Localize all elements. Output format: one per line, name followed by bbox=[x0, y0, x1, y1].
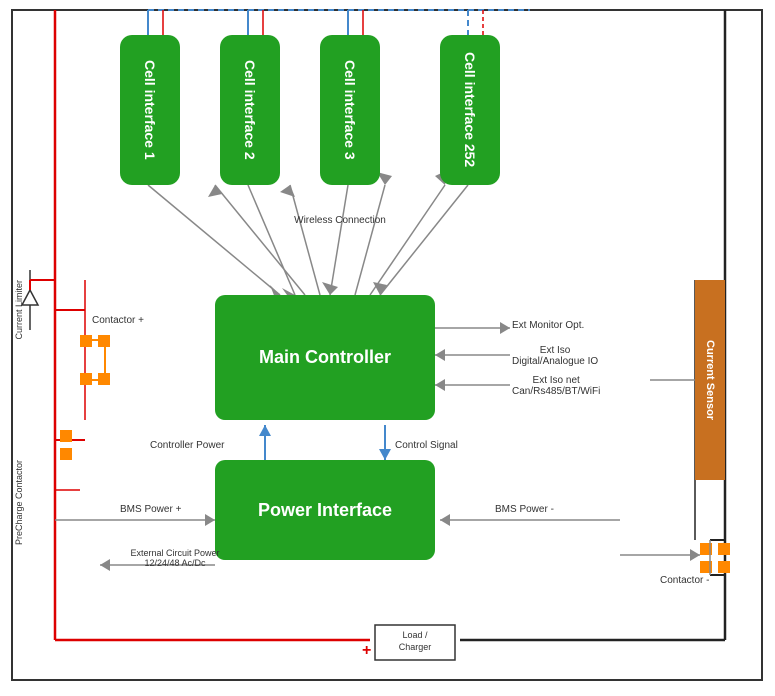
bms-power-plus-label: BMS Power + bbox=[120, 504, 181, 515]
current-limiter-label: Current Limiter bbox=[14, 280, 24, 340]
controller-power-label: Controller Power bbox=[150, 440, 224, 451]
bms-diagram: + - Load / Charger bbox=[0, 0, 775, 696]
precharge-contactor-label: PreCharge Contactor bbox=[14, 460, 24, 545]
power-interface-box: Power Interface bbox=[215, 460, 435, 560]
main-controller-box: Main Controller bbox=[215, 295, 435, 420]
contactor-minus-label: Contactor - bbox=[660, 575, 709, 586]
cell-interface-252: Cell interface 252 bbox=[440, 35, 500, 185]
control-signal-label: Control Signal bbox=[395, 440, 458, 451]
svg-text:-: - bbox=[450, 642, 455, 659]
cell-interface-1: Cell interface 1 bbox=[120, 35, 180, 185]
cell-interface-2: Cell interface 2 bbox=[220, 35, 280, 185]
current-sensor-box: Current Sensor bbox=[695, 280, 725, 480]
svg-text:Charger: Charger bbox=[399, 642, 432, 652]
ext-iso-net-label: Ext Iso netCan/Rs485/BT/WiFi bbox=[512, 375, 600, 397]
bms-power-minus-label: BMS Power - bbox=[495, 504, 554, 515]
external-circuit-power-label: External Circuit Power12/24/48 Ac/Dc bbox=[115, 548, 235, 568]
contactor-plus-label: Contactor + bbox=[92, 315, 144, 326]
wireless-connection-label: Wireless Connection bbox=[290, 215, 390, 226]
ext-monitor-label: Ext Monitor Opt. bbox=[512, 320, 584, 331]
ext-iso-digital-label: Ext IsoDigital/Analogue IO bbox=[512, 345, 598, 367]
cell-interface-3: Cell interface 3 bbox=[320, 35, 380, 185]
svg-text:+: + bbox=[362, 642, 371, 659]
svg-text:Load /: Load / bbox=[402, 630, 428, 640]
